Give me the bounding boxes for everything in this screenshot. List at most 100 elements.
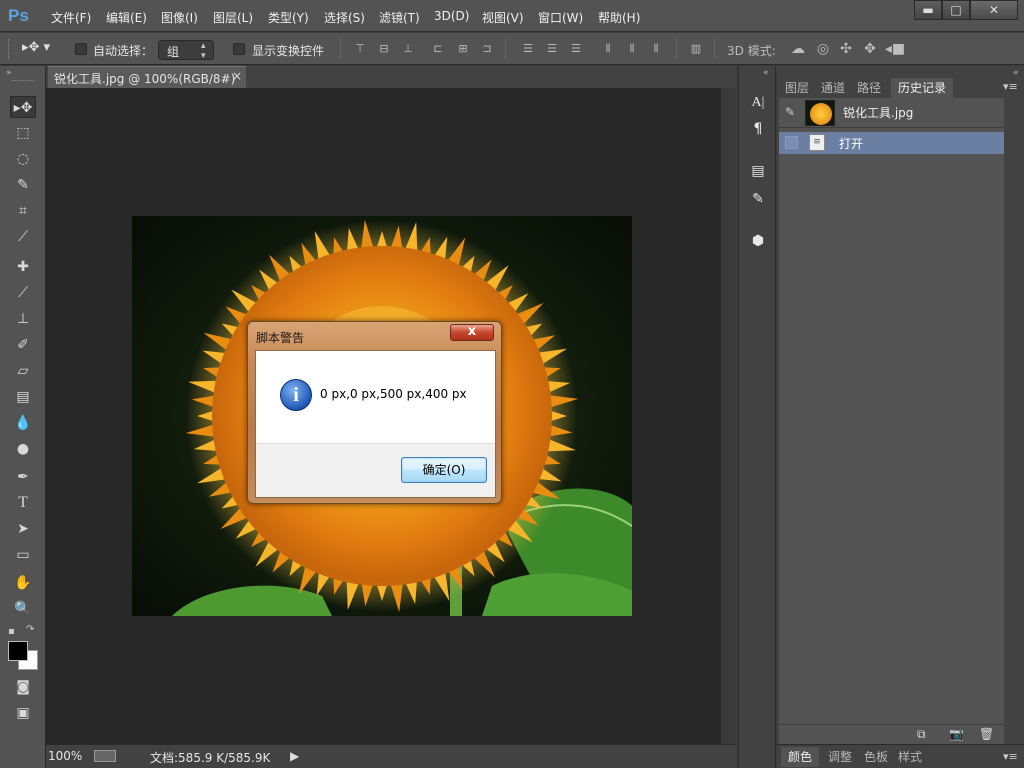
panel-menu-icon[interactable]: ▾≡ <box>1003 80 1018 93</box>
menu-help[interactable]: 帮助(H) <box>598 9 640 25</box>
distribute-right-icon[interactable]: ⫴ <box>648 41 664 57</box>
grip-handle[interactable] <box>12 80 34 83</box>
auto-select-checkbox[interactable] <box>75 43 87 55</box>
document-tab[interactable]: 锐化工具.jpg @ 100%(RGB/8#) × <box>48 66 246 88</box>
menu-window[interactable]: 窗口(W) <box>538 9 583 25</box>
close-tab-icon[interactable]: × <box>232 69 242 83</box>
collapse-icon[interactable]: « <box>763 68 769 78</box>
history-source-checkbox[interactable] <box>785 136 798 149</box>
rotate-3d-icon[interactable]: ☁ <box>788 41 808 57</box>
align-bottom-icon[interactable]: ⊥ <box>400 41 416 57</box>
new-document-from-state-icon[interactable]: ⧉ <box>917 727 926 742</box>
dodge-tool-icon[interactable]: ● <box>10 438 36 460</box>
menu-image[interactable]: 图像(I) <box>161 9 198 25</box>
brush-tool-icon[interactable]: ⟋ <box>10 282 36 304</box>
tab-styles[interactable]: 样式 <box>891 747 929 767</box>
rectangle-tool-icon[interactable]: ▭ <box>10 544 36 566</box>
close-window-button[interactable]: ✕ <box>970 0 1018 20</box>
ok-button[interactable]: 确定(O) <box>401 457 487 483</box>
pen-tool-icon[interactable]: ✒ <box>10 466 36 488</box>
menu-select[interactable]: 选择(S) <box>324 9 365 25</box>
move-tool-icon[interactable]: ▸✥ <box>10 96 36 118</box>
align-right-icon[interactable]: ⊐ <box>479 41 495 57</box>
history-state-row[interactable]: ≡ 打开 <box>779 132 1004 154</box>
character-panel-icon[interactable]: A| <box>747 92 769 114</box>
camera-snapshot-icon[interactable]: 📷 <box>949 727 964 741</box>
zoom-tool-icon[interactable]: 🔍 <box>10 598 36 620</box>
separator <box>505 39 506 59</box>
history-brush-tool-icon[interactable]: ✐ <box>10 334 36 356</box>
status-menu-arrow-icon[interactable]: ▶ <box>290 749 299 763</box>
notes-panel-icon[interactable]: ✎ <box>747 188 769 210</box>
quick-mask-icon[interactable]: ◙ <box>10 676 36 698</box>
roll-3d-icon[interactable]: ◎ <box>813 41 833 57</box>
tab-adjustments[interactable]: 调整 <box>821 747 859 767</box>
menu-layer[interactable]: 图层(L) <box>213 9 253 25</box>
grip-handle[interactable] <box>8 39 12 59</box>
gradient-tool-icon[interactable]: ▤ <box>10 386 36 408</box>
menu-filter[interactable]: 滤镜(T) <box>379 9 420 25</box>
screen-mode-icon[interactable]: ▣ <box>10 702 36 724</box>
distribute-bottom-icon[interactable]: ☰ <box>568 41 584 57</box>
eyedropper-tool-icon[interactable]: ⟋ <box>10 226 36 248</box>
scale-3d-icon[interactable]: ◂■ <box>884 41 906 57</box>
swap-colors-icon[interactable]: ↷ <box>26 624 34 635</box>
collapse-panel-icon[interactable]: « <box>1013 68 1019 78</box>
trash-icon[interactable]: 🗑 <box>979 727 994 741</box>
zoom-level[interactable]: 100% <box>48 749 82 763</box>
clone-stamp-tool-icon[interactable]: ⊥ <box>10 308 36 330</box>
status-preview-icon[interactable] <box>94 750 116 762</box>
crop-tool-icon[interactable]: ⌗ <box>10 200 36 222</box>
slide-3d-icon[interactable]: ✥ <box>860 41 880 57</box>
marquee-tool-icon[interactable]: ⬚ <box>10 122 36 144</box>
properties-panel-icon[interactable]: ▤ <box>747 160 769 182</box>
lasso-tool-icon[interactable]: ◌ <box>10 148 36 170</box>
align-left-icon[interactable]: ⊏ <box>430 41 446 57</box>
dialog-close-button[interactable]: x <box>450 324 494 341</box>
minimize-button[interactable]: ▬ <box>914 0 942 20</box>
quick-select-tool-icon[interactable]: ✎ <box>10 174 36 196</box>
paragraph-panel-icon[interactable]: ¶ <box>747 118 769 140</box>
tab-channels[interactable]: 通道 <box>817 78 849 98</box>
menu-view[interactable]: 视图(V) <box>482 9 524 25</box>
snapshot-brush-icon[interactable]: ✎ <box>785 105 795 119</box>
align-horizontal-center-icon[interactable]: ⊞ <box>455 41 471 57</box>
history-toolbar: ⧉ 📷 🗑 <box>779 724 1004 744</box>
distribute-vcenter-icon[interactable]: ☰ <box>544 41 560 57</box>
hand-tool-icon[interactable]: ✋ <box>10 572 36 594</box>
drag-3d-icon[interactable]: ✣ <box>836 41 856 57</box>
blur-tool-icon[interactable]: 💧 <box>10 412 36 434</box>
menu-file[interactable]: 文件(F) <box>51 9 91 25</box>
auto-align-icon[interactable]: ▥ <box>688 41 704 57</box>
menu-3d[interactable]: 3D(D) <box>434 9 469 25</box>
healing-brush-tool-icon[interactable]: ✚ <box>10 256 36 278</box>
menu-type[interactable]: 类型(Y) <box>268 9 309 25</box>
type-tool-icon[interactable]: T <box>10 492 36 514</box>
distribute-left-icon[interactable]: ⫴ <box>600 41 616 57</box>
tab-paths[interactable]: 路径 <box>853 78 885 98</box>
vertical-scrollbar[interactable] <box>721 88 736 744</box>
history-snapshot-row[interactable]: ✎ 锐化工具.jpg <box>779 98 1004 128</box>
move-tool-preset-icon[interactable]: ▸✥ ▾ <box>22 40 62 58</box>
path-selection-tool-icon[interactable]: ➤ <box>10 518 36 540</box>
snapshot-thumbnail <box>805 100 835 126</box>
eraser-tool-icon[interactable]: ▱ <box>10 360 36 382</box>
auto-select-target-select[interactable]: 组 ▴ ▾ <box>158 40 214 61</box>
collapse-toolbox-icon[interactable]: » <box>6 68 12 78</box>
align-vertical-center-icon[interactable]: ⊟ <box>376 41 392 57</box>
menu-edit[interactable]: 编辑(E) <box>106 9 147 25</box>
tab-layers[interactable]: 图层 <box>781 78 813 98</box>
color-panel-menu-icon[interactable]: ▾≡ <box>1003 750 1018 763</box>
3d-panel-icon[interactable]: ⬢ <box>747 230 769 252</box>
tab-history[interactable]: 历史记录 <box>891 78 953 98</box>
canvas-area[interactable]: 脚本警告 x i 0 px,0 px,500 px,400 px 确定(O) <box>46 88 721 744</box>
distribute-hcenter-icon[interactable]: ⫴ <box>624 41 640 57</box>
show-transform-checkbox[interactable] <box>233 43 245 55</box>
align-top-icon[interactable]: ⊤ <box>352 41 368 57</box>
default-colors-icon[interactable]: ▪ <box>8 626 15 637</box>
foreground-color-swatch[interactable] <box>8 641 28 661</box>
maximize-button[interactable]: □ <box>942 0 970 20</box>
tab-color[interactable]: 颜色 <box>781 747 819 767</box>
tab-swatches[interactable]: 色板 <box>857 747 895 767</box>
distribute-top-icon[interactable]: ☰ <box>520 41 536 57</box>
